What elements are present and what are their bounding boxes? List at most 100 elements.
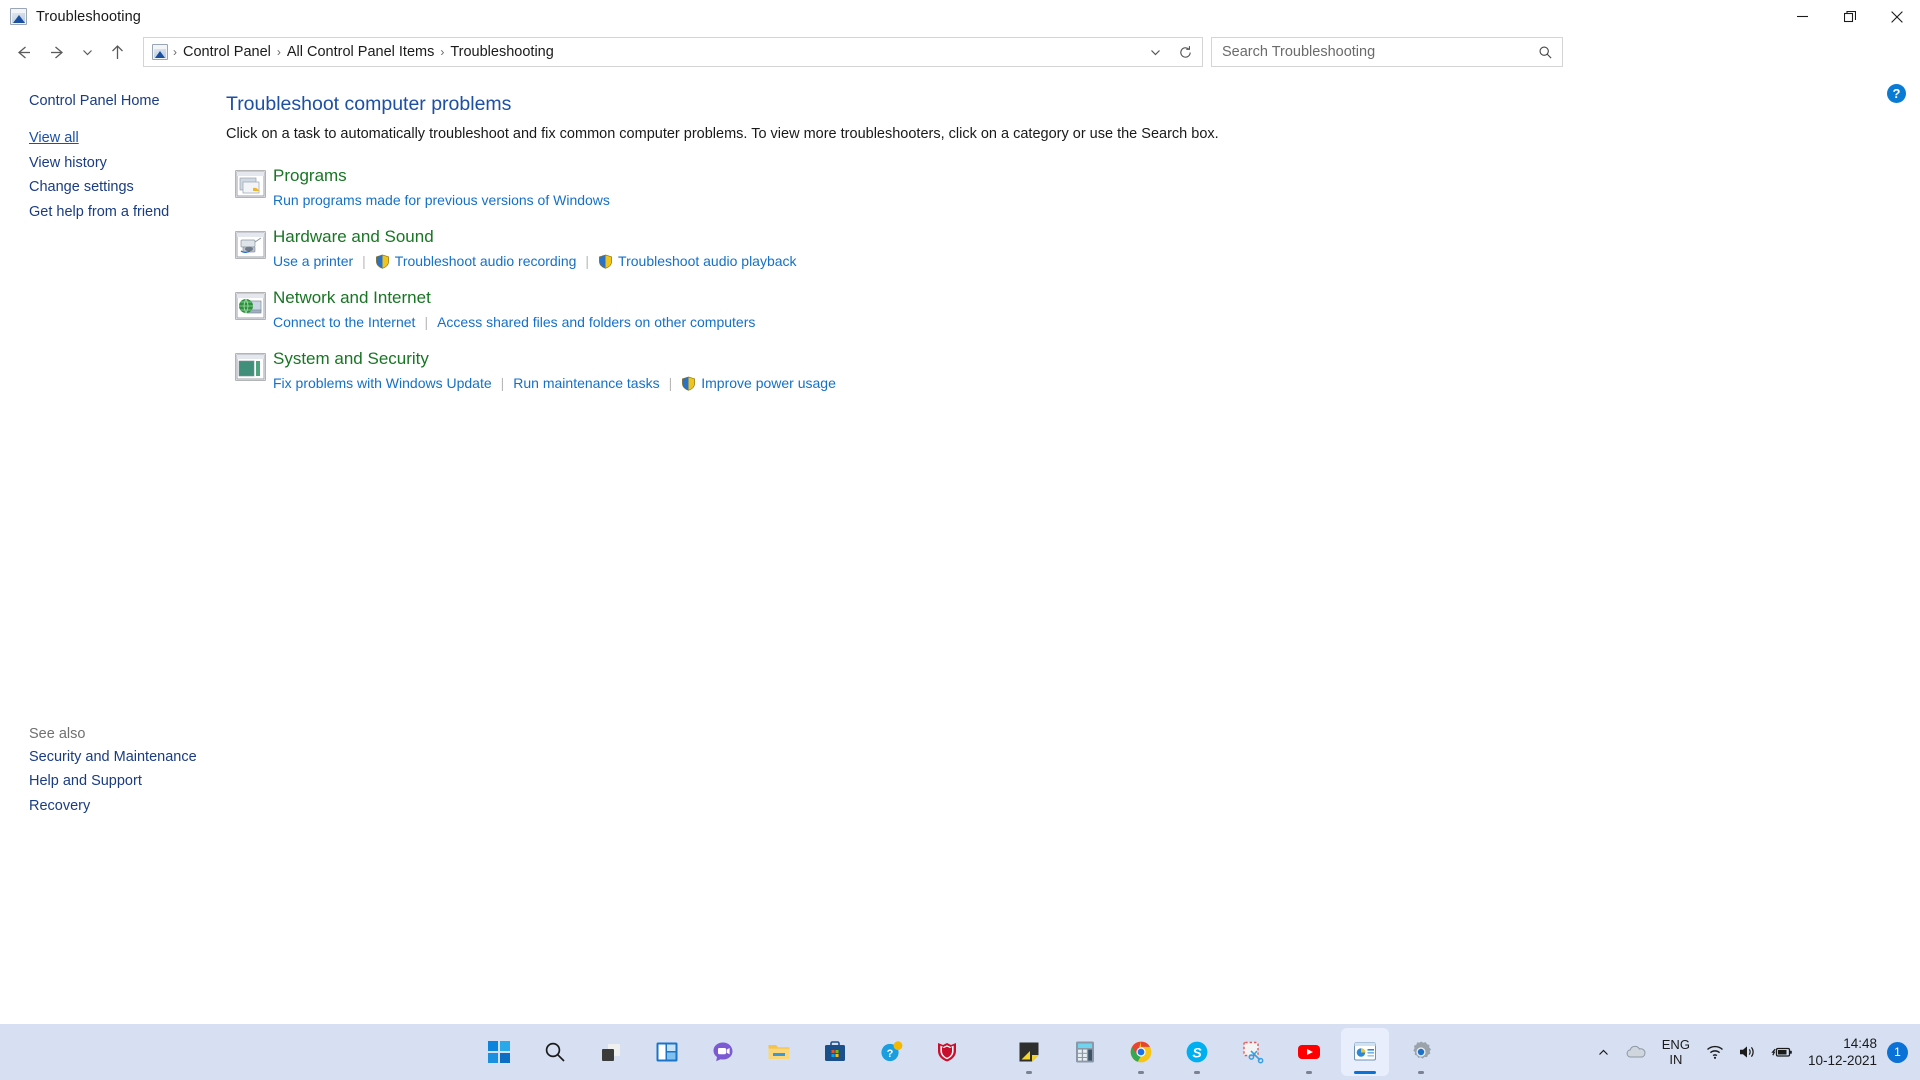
svg-text:S: S xyxy=(1192,1045,1202,1061)
hardware-and-sound-icon xyxy=(235,231,266,259)
up-button[interactable] xyxy=(100,36,134,68)
uac-shield-icon xyxy=(598,254,613,269)
content-area: ? Control Panel Home View all View histo… xyxy=(0,71,1920,1024)
page-title: Troubleshoot computer problems xyxy=(226,93,512,115)
minimize-button[interactable] xyxy=(1779,0,1826,33)
category-title-hardware-and-sound[interactable]: Hardware and Sound xyxy=(273,227,434,247)
calculator-icon[interactable] xyxy=(1061,1028,1109,1076)
troubleshooting-icon xyxy=(10,8,27,25)
window-title: Troubleshooting xyxy=(36,8,141,25)
category-title-programs[interactable]: Programs xyxy=(273,166,347,186)
back-button[interactable] xyxy=(6,36,40,68)
search-box[interactable] xyxy=(1211,37,1563,67)
snipping-tool-icon[interactable] xyxy=(1229,1028,1277,1076)
get-help-icon[interactable]: ? xyxy=(867,1028,915,1076)
sidebar-item-view-history[interactable]: View history xyxy=(29,156,107,171)
breadcrumb-item-troubleshooting[interactable]: Troubleshooting xyxy=(445,42,558,62)
breadcrumb[interactable]: › Control Panel › All Control Panel Item… xyxy=(143,37,1203,67)
task-separator: | xyxy=(668,375,673,391)
breadcrumb-root-icon[interactable] xyxy=(152,44,168,60)
main-panel: Troubleshoot computer problems Click on … xyxy=(226,71,1920,1024)
category-title-network-and-internet[interactable]: Network and Internet xyxy=(273,288,431,308)
task-run-programs-made-for-previous-versions-of-windows[interactable]: Run programs made for previous versions … xyxy=(273,192,610,208)
youtube-icon[interactable] xyxy=(1285,1028,1333,1076)
task-connect-to-the-internet[interactable]: Connect to the Internet xyxy=(273,314,415,330)
search-icon[interactable] xyxy=(1535,45,1556,60)
microsoft-store-icon[interactable] xyxy=(811,1028,859,1076)
file-explorer-icon[interactable] xyxy=(755,1028,803,1076)
task-troubleshoot-audio-playback[interactable]: Troubleshoot audio playback xyxy=(618,253,797,269)
uac-shield-icon xyxy=(375,254,390,269)
task-separator: | xyxy=(424,314,429,330)
task-fix-problems-with-windows-update[interactable]: Fix problems with Windows Update xyxy=(273,375,492,391)
svg-text:?: ? xyxy=(887,1048,894,1060)
breadcrumb-separator: › xyxy=(276,45,281,59)
breadcrumb-item-control-panel[interactable]: Control Panel xyxy=(178,42,276,62)
task-view-icon[interactable] xyxy=(587,1028,635,1076)
see-also-item-help-and-support[interactable]: Help and Support xyxy=(29,774,142,789)
task-improve-power-usage[interactable]: Improve power usage xyxy=(701,375,836,391)
running-indicator xyxy=(1306,1071,1312,1074)
window-controls xyxy=(1779,0,1920,33)
sidebar-item-change-settings[interactable]: Change settings xyxy=(29,180,134,195)
control-panel-icon[interactable] xyxy=(1341,1028,1389,1076)
network-and-internet-icon xyxy=(235,292,266,320)
category-tasks-network-and-internet: Connect to the Internet | Access shared … xyxy=(273,314,755,330)
sidebar-item-control-panel-home[interactable]: Control Panel Home xyxy=(29,94,160,109)
settings-icon[interactable] xyxy=(1397,1028,1445,1076)
clock-date: 10-12-2021 xyxy=(1807,1053,1877,1068)
language-secondary: IN xyxy=(1669,1052,1683,1067)
active-indicator xyxy=(1354,1071,1376,1074)
onedrive-icon[interactable] xyxy=(1617,1032,1653,1072)
category-tasks-system-and-security: Fix problems with Windows Update | Run m… xyxy=(273,375,836,391)
search-input[interactable] xyxy=(1222,44,1535,60)
google-chrome-icon[interactable] xyxy=(1117,1028,1165,1076)
volume-icon[interactable] xyxy=(1731,1032,1764,1072)
title-bar: Troubleshooting xyxy=(0,0,1920,33)
notification-badge[interactable]: 1 xyxy=(1887,1041,1908,1063)
chat-teams-icon[interactable] xyxy=(699,1028,747,1076)
widgets-icon[interactable] xyxy=(643,1028,691,1076)
show-hidden-icons-button[interactable] xyxy=(1590,1032,1617,1072)
taskbar: ? S ENG IN 14:48 10-12-2021 1 xyxy=(0,1024,1920,1080)
task-separator: | xyxy=(362,253,366,269)
category-tasks-programs: Run programs made for previous versions … xyxy=(273,192,610,208)
task-use-a-printer[interactable]: Use a printer xyxy=(273,253,353,269)
title-bar-left: Troubleshooting xyxy=(0,8,141,25)
sidebar-item-get-help-from-a-friend[interactable]: Get help from a friend xyxy=(29,205,169,220)
refresh-icon[interactable] xyxy=(1170,38,1200,66)
task-run-maintenance-tasks[interactable]: Run maintenance tasks xyxy=(513,375,659,391)
category-hardware-and-sound: Hardware and Sound Use a printer | Troub… xyxy=(226,227,1920,288)
category-tasks-hardware-and-sound: Use a printer | Troubleshoot audio recor… xyxy=(273,253,797,269)
running-indicator xyxy=(1418,1071,1424,1074)
task-separator: | xyxy=(585,253,590,269)
see-also-item-security-and-maintenance[interactable]: Security and Maintenance xyxy=(29,750,197,765)
restore-button[interactable] xyxy=(1826,0,1873,33)
recent-locations-button[interactable] xyxy=(74,36,100,68)
breadcrumb-item-all-control-panel-items[interactable]: All Control Panel Items xyxy=(282,42,439,62)
category-list: Programs Run programs made for previous … xyxy=(226,166,1920,410)
see-also-item-recovery[interactable]: Recovery xyxy=(29,799,90,814)
battery-charging-icon[interactable] xyxy=(1764,1032,1800,1072)
programs-icon xyxy=(235,170,266,198)
chevron-down-icon[interactable] xyxy=(1140,38,1170,66)
start-button[interactable] xyxy=(475,1028,523,1076)
language-indicator[interactable]: ENG IN xyxy=(1653,1037,1699,1067)
sidebar: Control Panel Home View all View history… xyxy=(0,71,226,1024)
uac-shield-icon xyxy=(681,376,696,391)
search-taskbar-icon[interactable] xyxy=(531,1028,579,1076)
running-indicator xyxy=(1194,1071,1200,1074)
task-access-shared-files-and-folders-on-other-computers[interactable]: Access shared files and folders on other… xyxy=(437,314,755,330)
close-button[interactable] xyxy=(1873,0,1920,33)
sticky-notes-icon[interactable] xyxy=(1005,1028,1053,1076)
category-title-system-and-security[interactable]: System and Security xyxy=(273,349,429,369)
skype-icon[interactable]: S xyxy=(1173,1028,1221,1076)
clock[interactable]: 14:48 10-12-2021 xyxy=(1800,1035,1885,1069)
page-description: Click on a task to automatically trouble… xyxy=(226,126,1219,142)
wifi-icon[interactable] xyxy=(1699,1032,1731,1072)
sidebar-item-view-all[interactable]: View all xyxy=(29,131,79,146)
system-tray: ENG IN 14:48 10-12-2021 1 xyxy=(1590,1024,1920,1080)
task-troubleshoot-audio-recording[interactable]: Troubleshoot audio recording xyxy=(395,253,577,269)
forward-button[interactable] xyxy=(40,36,74,68)
mcafee-icon[interactable] xyxy=(923,1028,971,1076)
